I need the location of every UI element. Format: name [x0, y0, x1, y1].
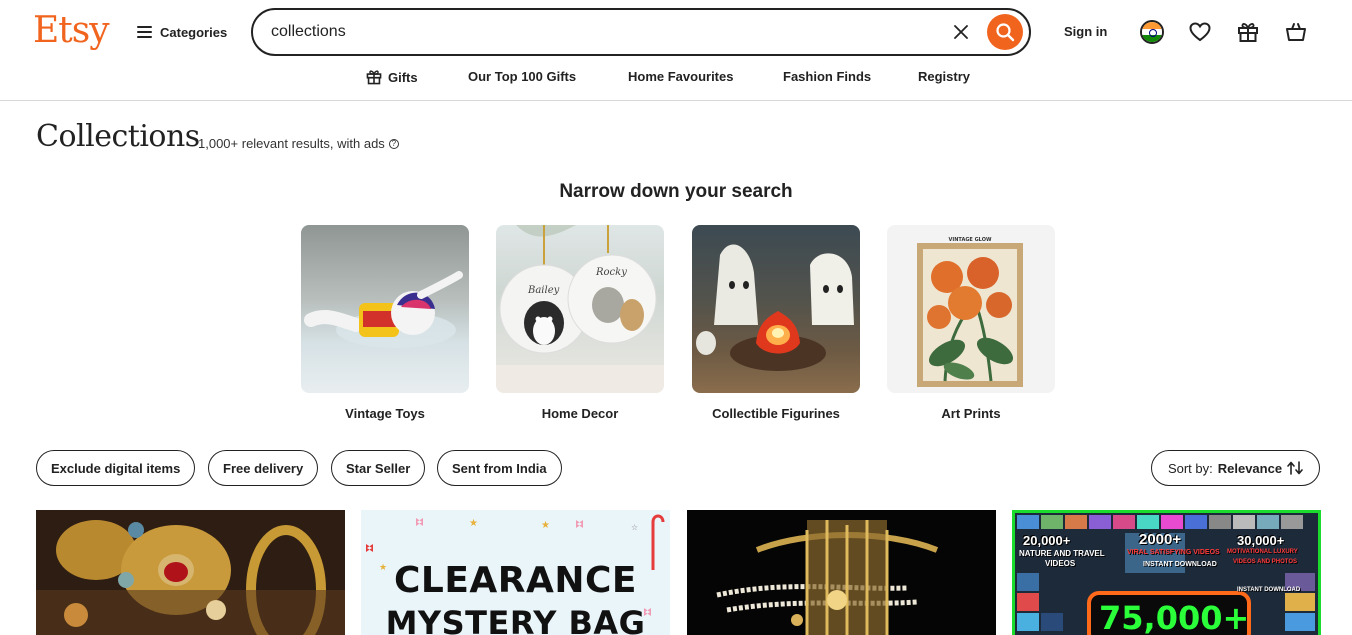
- listing-image: [687, 510, 996, 635]
- listing-card-4[interactable]: 20,000+ NATURE AND TRAVEL VIDEOS 2000+ V…: [1012, 510, 1321, 635]
- filter-sent-from-india[interactable]: Sent from India: [437, 450, 562, 486]
- promo-label-3c: VIDEOS AND PHOTOS: [1233, 559, 1298, 565]
- promo-label-1: NATURE AND TRAVEL: [1019, 549, 1105, 558]
- search-bar: [251, 8, 1031, 56]
- subnav-top-100-gifts[interactable]: Our Top 100 Gifts: [468, 69, 576, 84]
- listing-image: 20,000+ NATURE AND TRAVEL VIDEOS 2000+ V…: [1015, 513, 1318, 635]
- home-decor-image: Bailey Rocky: [496, 225, 664, 393]
- filter-star-seller[interactable]: Star Seller: [331, 450, 426, 486]
- subnav-gifts[interactable]: Gifts: [366, 69, 418, 85]
- svg-text:Rocky: Rocky: [595, 267, 627, 278]
- listing-card-3[interactable]: [687, 510, 996, 635]
- results-text: 1,000+ relevant results, with ads: [198, 136, 385, 151]
- sort-value: Relevance: [1217, 460, 1283, 476]
- promo-label-1c: VIDEOS: [1045, 559, 1076, 568]
- promo-count-2: 2000+: [1139, 531, 1182, 548]
- basket-icon: [1286, 23, 1306, 41]
- basket-button[interactable]: [1283, 19, 1309, 45]
- gift-icon: [1238, 23, 1258, 42]
- region-button[interactable]: [1139, 19, 1165, 45]
- page-title: Collections: [36, 119, 200, 154]
- favorites-button[interactable]: [1187, 19, 1213, 45]
- search-icon: [996, 23, 1015, 42]
- promo-big-count: 75,000+: [1099, 599, 1250, 635]
- category-tile-home-decor[interactable]: Bailey Rocky Home Decor: [496, 225, 664, 421]
- svg-text:★: ★: [469, 518, 478, 529]
- subnav-registry[interactable]: Registry: [918, 69, 970, 84]
- hamburger-icon: [137, 26, 152, 38]
- tile-label: Collectible Figurines: [712, 406, 840, 421]
- gift-button[interactable]: [1235, 19, 1261, 45]
- subnav-label: Gifts: [388, 69, 418, 85]
- question-icon[interactable]: ?: [388, 138, 399, 149]
- categories-label: Categories: [160, 24, 228, 40]
- subnav-home-favourites[interactable]: Home Favourites: [628, 69, 733, 84]
- sign-in-link[interactable]: Sign in: [1064, 24, 1107, 39]
- filter-exclude-digital-items[interactable]: Exclude digital items: [36, 450, 196, 486]
- sort-label: Sort by:: [1167, 460, 1213, 476]
- listing-card-1[interactable]: [36, 510, 345, 635]
- sub-navigation: Gifts Our Top 100 Gifts Home Favourites …: [0, 69, 1352, 89]
- tile-label: Vintage Toys: [345, 406, 425, 421]
- tile-label: Art Prints: [941, 406, 1001, 421]
- category-tile-collectible-figurines[interactable]: Collectible Figurines: [692, 225, 860, 421]
- art-prints-image: VINTAGE GLOW: [887, 225, 1055, 393]
- listing-title-line2: MYSTERY BAG: [385, 604, 646, 635]
- flag-icon: [1140, 20, 1164, 44]
- svg-text:VINTAGE GLOW: VINTAGE GLOW: [949, 237, 992, 243]
- gift-icon: [366, 70, 382, 85]
- site-header: Etsy Categories Sign in: [0, 0, 1352, 101]
- subnav-fashion-finds[interactable]: Fashion Finds: [783, 69, 871, 84]
- sort-icon: [1287, 461, 1303, 475]
- svg-text:★: ★: [541, 520, 550, 531]
- category-tile-vintage-toys[interactable]: Vintage Toys: [301, 225, 469, 421]
- promo-label-2: VIRAL SATISFYING VIDEOS: [1127, 549, 1220, 556]
- close-icon: [954, 25, 968, 39]
- svg-text:Bailey: Bailey: [527, 285, 560, 296]
- promo-label-3d: INSTANT DOWNLOAD: [1237, 587, 1301, 593]
- category-tile-art-prints[interactable]: VINTAGE GLOW Art Prints: [887, 225, 1055, 421]
- promo-count-3: 30,000+: [1237, 533, 1285, 548]
- tile-label: Home Decor: [541, 406, 619, 421]
- search-input[interactable]: [271, 20, 921, 44]
- listing-title-line1: CLEARANCE: [393, 560, 638, 601]
- etsy-logo[interactable]: Etsy: [33, 10, 110, 51]
- results-count: 1,000+ relevant results, with ads ?: [198, 136, 399, 151]
- heart-icon: [1189, 22, 1211, 42]
- promo-label-2c: INSTANT DOWNLOAD: [1143, 561, 1217, 568]
- search-submit-button[interactable]: [987, 14, 1023, 50]
- promo-label-3: MOTIVATIONAL LUXURY: [1227, 549, 1298, 555]
- sort-dropdown[interactable]: Sort by: Relevance: [1151, 450, 1320, 486]
- filter-free-delivery[interactable]: Free delivery: [208, 450, 319, 486]
- categories-button[interactable]: Categories: [137, 22, 227, 42]
- vintage-toys-image: [301, 225, 469, 393]
- listing-card-2[interactable]: ★ ★ ★ ☆ CLEARANCE MYSTERY BAG: [361, 510, 670, 635]
- clear-search-button[interactable]: [950, 21, 972, 43]
- promo-count-1: 20,000+: [1023, 533, 1071, 548]
- collectible-figurines-image: [692, 225, 860, 393]
- narrow-search-heading: Narrow down your search: [559, 181, 793, 202]
- svg-text:☆: ☆: [631, 523, 638, 532]
- listing-image: [36, 510, 345, 635]
